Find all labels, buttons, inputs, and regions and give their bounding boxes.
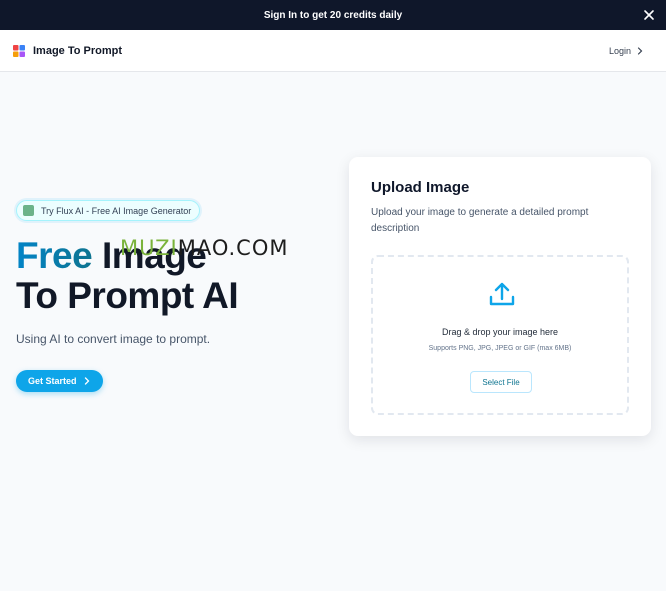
brand[interactable]: Image To Prompt [12, 44, 122, 58]
upload-icon [489, 282, 515, 306]
flux-ai-badge[interactable]: Try Flux AI - Free AI Image Generator [16, 200, 201, 221]
watermark-part2: MAO.COM [177, 236, 289, 260]
logo-icon [13, 44, 25, 57]
drop-text: Drag & drop your image here [441, 327, 559, 337]
announcement-banner: Sign In to get 20 credits daily [0, 0, 666, 30]
badge-label: Try Flux AI - Free AI Image Generator [41, 205, 192, 216]
watermark-part1: MUZI [120, 236, 178, 260]
select-file-button[interactable]: Select File [470, 371, 532, 393]
drop-hint: Supports PNG, JPG, JPEG or GIF (max 6MB) [428, 345, 572, 352]
chevron-right-icon [84, 377, 89, 385]
hero-subtitle: Using AI to convert image to prompt. [16, 332, 211, 346]
get-started-label: Get Started [28, 376, 77, 386]
get-started-button[interactable]: Get Started [16, 370, 103, 392]
hero-title-accent: Free [16, 235, 93, 276]
upload-card: Upload Image Upload your image to genera… [349, 157, 651, 436]
navbar: Image To Prompt Login [0, 30, 666, 72]
close-icon[interactable] [642, 8, 656, 22]
upload-title: Upload Image [371, 179, 470, 196]
brand-name: Image To Prompt [33, 44, 123, 57]
upload-description: Upload your image to generate a detailed… [371, 207, 589, 234]
banner-text: Sign In to get 20 credits daily [263, 9, 403, 21]
watermark: MUZIMAO.COM [120, 236, 288, 260]
image-icon [23, 205, 34, 216]
dropzone[interactable]: Drag & drop your image here Supports PNG… [371, 255, 629, 415]
login-link[interactable]: Login [609, 46, 644, 56]
login-label: Login [608, 45, 631, 56]
hero-title-line2: To Prompt AI [16, 275, 239, 316]
chevron-right-icon [637, 46, 643, 55]
